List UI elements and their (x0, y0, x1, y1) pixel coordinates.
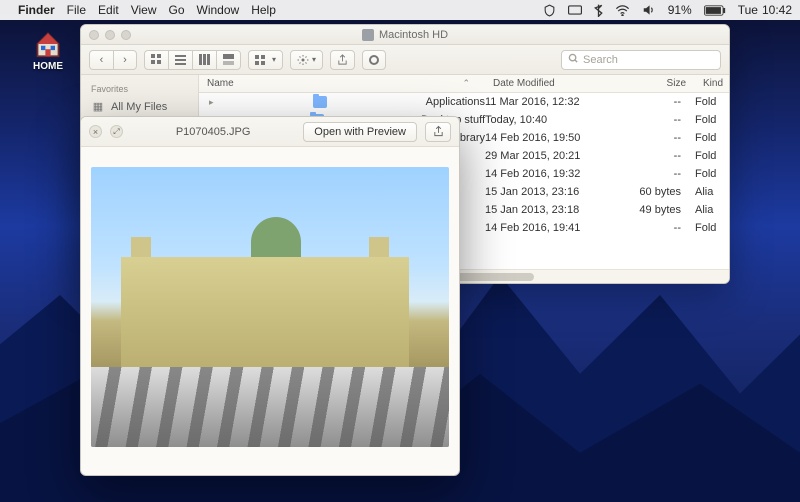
file-name: Applications (426, 96, 485, 108)
close-window-button[interactable] (89, 30, 99, 40)
file-kind: Fold (695, 222, 729, 234)
file-kind: Fold (695, 168, 729, 180)
menu-go[interactable]: Go (169, 3, 185, 17)
tags-button[interactable] (362, 50, 386, 70)
file-date: 11 Mar 2016, 12:32 (485, 96, 635, 108)
desktop-icon-home[interactable]: HOME (28, 30, 68, 72)
col-kind[interactable]: Kind (695, 78, 729, 89)
file-kind: Fold (695, 150, 729, 162)
view-buttons (144, 50, 241, 70)
file-kind: Alia (695, 186, 729, 198)
file-size: 60 bytes (635, 186, 695, 198)
quicklook-content (81, 147, 459, 475)
col-date[interactable]: Date Modified (485, 78, 635, 89)
menu-bar: Finder File Edit View Go Window Help 91%… (0, 0, 800, 20)
window-title: Macintosh HD (379, 29, 448, 41)
column-headers: Name⌃ Date Modified Size Kind (199, 75, 729, 93)
file-size: -- (635, 132, 695, 144)
back-button[interactable]: ‹ (89, 50, 113, 70)
file-date: 29 Mar 2015, 20:21 (485, 150, 635, 162)
home-icon (34, 30, 62, 58)
clock-day[interactable]: Tue (738, 3, 758, 17)
quicklook-toolbar: × ⤢ P1070405.JPG Open with Preview (81, 117, 459, 147)
app-menu[interactable]: Finder (18, 3, 55, 17)
list-view-button[interactable] (168, 50, 192, 70)
file-kind: Fold (695, 96, 729, 108)
bluetooth-icon[interactable] (594, 4, 603, 17)
sidebar-hdr-favorites: Favorites (81, 81, 198, 97)
file-size: -- (635, 168, 695, 180)
file-kind: Fold (695, 132, 729, 144)
file-date: 14 Feb 2016, 19:41 (485, 222, 635, 234)
file-size: -- (635, 150, 695, 162)
battery-percent[interactable]: 91% (668, 3, 692, 17)
file-kind: Alia (695, 204, 729, 216)
column-view-button[interactable] (192, 50, 216, 70)
file-kind: Fold (695, 114, 729, 126)
quicklook-close-button[interactable]: × (89, 125, 102, 138)
open-with-preview-button[interactable]: Open with Preview (303, 122, 417, 142)
preview-image (91, 167, 449, 447)
col-name[interactable]: Name⌃ (199, 78, 485, 89)
search-field[interactable]: Search (561, 50, 721, 70)
quicklook-share-button[interactable] (425, 122, 451, 142)
volume-icon[interactable] (642, 4, 656, 16)
window-controls (89, 30, 131, 40)
finder-titlebar[interactable]: Macintosh HD (81, 25, 729, 45)
menu-file[interactable]: File (67, 3, 86, 17)
table-row[interactable]: ▸ Applications11 Mar 2016, 12:32--Fold (199, 93, 729, 111)
desktop-icon-label: HOME (28, 61, 68, 72)
forward-button[interactable]: › (113, 50, 137, 70)
arrange-button[interactable]: ▾ (248, 50, 283, 70)
keyboard-icon[interactable] (568, 5, 582, 15)
col-size[interactable]: Size (635, 78, 695, 89)
quicklook-fullscreen-button[interactable]: ⤢ (110, 125, 123, 138)
menu-view[interactable]: View (131, 3, 157, 17)
quicklook-window: × ⤢ P1070405.JPG Open with Preview (80, 116, 460, 476)
menu-help[interactable]: Help (251, 3, 276, 17)
file-date: 14 Feb 2016, 19:50 (485, 132, 635, 144)
file-size: -- (635, 96, 695, 108)
finder-toolbar: ‹ › ▾ ▾ Search (81, 45, 729, 75)
file-size: -- (635, 114, 695, 126)
battery-icon[interactable] (704, 5, 726, 16)
wifi-icon[interactable] (615, 5, 630, 16)
file-date: 15 Jan 2013, 23:16 (485, 186, 635, 198)
clock-time[interactable]: 10:42 (762, 3, 792, 17)
sidebar-item-all-my-files[interactable]: ▦All My Files (81, 97, 198, 117)
zoom-window-button[interactable] (121, 30, 131, 40)
quicklook-filename: P1070405.JPG (131, 126, 295, 138)
nav-buttons: ‹ › (89, 50, 137, 70)
file-date: Today, 10:40 (485, 114, 635, 126)
hd-icon (362, 29, 374, 41)
status-icon[interactable] (543, 4, 556, 17)
action-button[interactable]: ▾ (290, 50, 323, 70)
menu-edit[interactable]: Edit (98, 3, 119, 17)
file-size: 49 bytes (635, 204, 695, 216)
icon-view-button[interactable] (144, 50, 168, 70)
minimize-window-button[interactable] (105, 30, 115, 40)
folder-icon (313, 96, 327, 108)
all-files-icon: ▦ (91, 99, 105, 115)
search-icon (568, 53, 579, 67)
file-size: -- (635, 222, 695, 234)
search-placeholder: Search (583, 54, 618, 66)
file-date: 15 Jan 2013, 23:18 (485, 204, 635, 216)
menu-window[interactable]: Window (197, 3, 240, 17)
coverflow-view-button[interactable] (216, 50, 241, 70)
file-date: 14 Feb 2016, 19:32 (485, 168, 635, 180)
share-button[interactable] (330, 50, 355, 70)
disclosure-triangle-icon[interactable]: ▸ (209, 97, 214, 108)
